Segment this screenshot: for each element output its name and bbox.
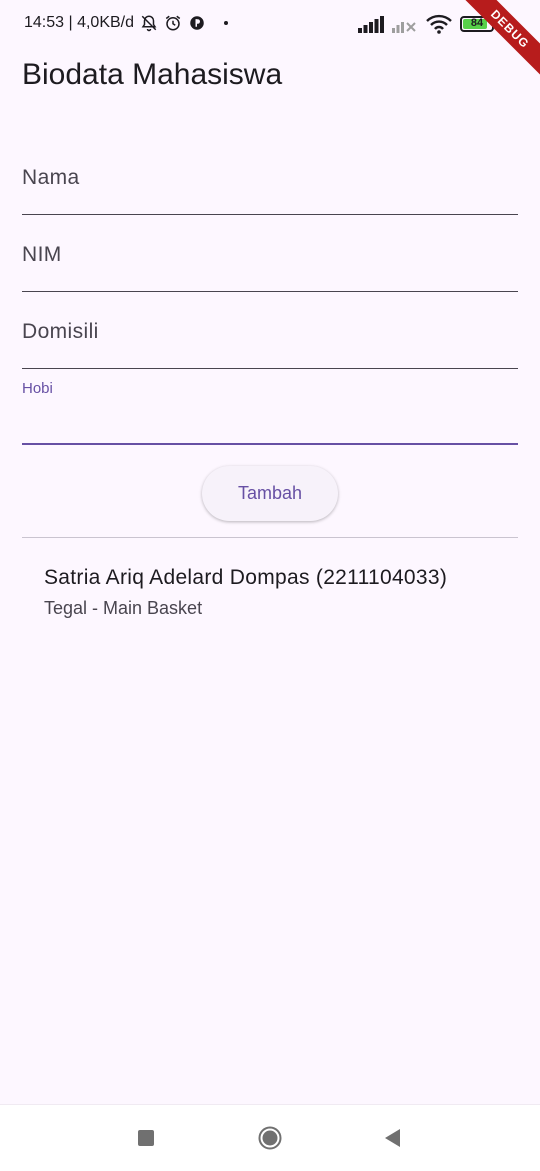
bell-off-icon: [141, 15, 157, 32]
signal-off-icon: [392, 22, 416, 33]
status-bar: 14:53 | 4,0KB/d 84: [0, 0, 540, 48]
divider: [22, 537, 518, 538]
battery-percentage: 84: [470, 17, 484, 29]
recent-apps-button[interactable]: [138, 1130, 154, 1146]
domisili-field-underline: [22, 368, 518, 369]
back-button[interactable]: [383, 1128, 401, 1148]
hobi-field[interactable]: Hobi: [22, 378, 518, 448]
battery-icon: 84: [460, 16, 494, 32]
status-time: 14:53 | 4,0KB/d: [24, 14, 135, 31]
status-bar-right: 84: [358, 14, 494, 34]
status-bar-left: 14:53 | 4,0KB/d: [24, 14, 229, 32]
nama-field-label: Nama: [22, 166, 80, 189]
hobi-field-label: Hobi: [22, 380, 53, 397]
domisili-field[interactable]: Domisili: [22, 314, 518, 370]
wifi-icon: [426, 14, 452, 34]
domisili-field-label: Domisili: [22, 320, 99, 343]
nim-field-label: NIM: [22, 243, 62, 266]
more-notifications-dot: [224, 21, 229, 25]
list-item-title: Satria Ariq Adelard Dompas (2211104033): [44, 566, 448, 589]
nama-field-underline: [22, 214, 518, 215]
page-title: Biodata Mahasiswa: [22, 58, 283, 91]
signal-icon: [358, 16, 384, 33]
tambah-button[interactable]: Tambah: [202, 466, 338, 521]
system-navigation-bar: [0, 1104, 540, 1171]
nim-field-underline: [22, 291, 518, 292]
list-item[interactable]: Satria Ariq Adelard Dompas (2211104033) …: [44, 562, 504, 620]
nama-field[interactable]: Nama: [22, 160, 518, 216]
home-button[interactable]: [258, 1126, 282, 1150]
app-notification-icon: [190, 16, 204, 30]
list-item-subtitle: Tegal - Main Basket: [44, 598, 203, 618]
nim-field[interactable]: NIM: [22, 237, 518, 293]
alarm-icon: [165, 15, 181, 31]
hobi-field-underline-focused: [22, 443, 518, 445]
